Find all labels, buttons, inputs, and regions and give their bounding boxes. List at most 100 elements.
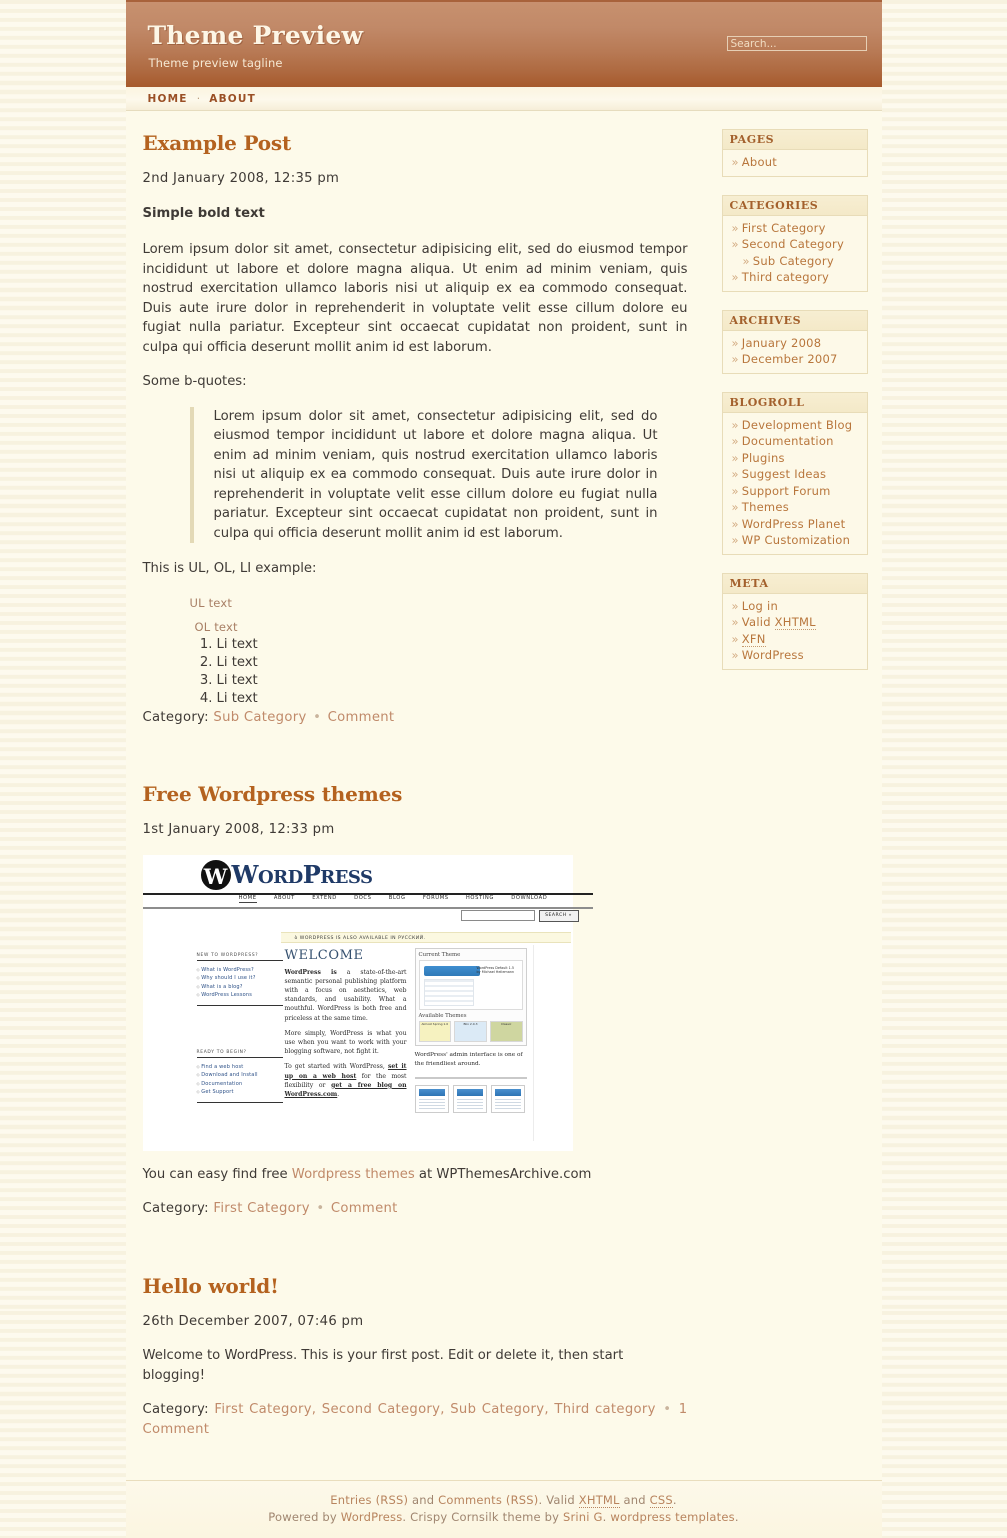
post-title: Hello world! [143,1274,688,1298]
footer-line-2: Powered by WordPress. Crispy Cornsilk th… [126,1509,882,1526]
author-link[interactable]: Srini G [563,1510,603,1524]
sidebar-link-first-category[interactable]: First Category [742,221,826,235]
screenshot-section-heading: READY TO BEGIN? [196,1050,283,1058]
screenshot-nav-hosting[interactable]: HOSTING [466,895,494,901]
screenshot-middle-column: WELCOME WordPress is a state-of-the-art … [285,948,407,1106]
wordpress-wordmark: WORDPRESS [231,860,374,889]
screenshot-link[interactable]: Documentation [197,1080,283,1089]
footer-period-2: . [602,1510,611,1524]
post-comment-link[interactable]: Comment [331,1201,398,1216]
screenshot-link[interactable]: Find a web host [197,1063,283,1072]
post-category-link[interactable]: First Category, Second Category, Sub Cat… [214,1402,655,1417]
post-title-link[interactable]: Example Post [143,131,292,155]
nav-item-home[interactable]: HOME [148,93,188,105]
nav-separator: · [196,93,201,105]
post-title-link[interactable]: Hello world! [143,1274,279,1298]
screenshot-admin-caption: WordPress' admin interface is one of the… [414,1051,523,1067]
entries-rss-link[interactable]: Entries (RSS) [330,1493,408,1507]
screenshot-nav-blog[interactable]: BLOG [389,895,406,901]
screenshot-language-banner[interactable]: ò WORDPRESS IS ALSO AVAILABLE IN РУССКИЙ… [280,931,571,943]
sidebar-link-documentation[interactable]: Documentation [742,434,834,448]
post-hello-world: Hello world! 26th December 2007, 07:46 p… [143,1274,688,1440]
post-category-link[interactable]: Sub Category [213,710,306,725]
sidebar-link-support-forum[interactable]: Support Forum [742,484,831,498]
screenshot-link[interactable]: What is a blog? [197,983,283,992]
post-meta-label: Category: [142,1402,209,1417]
comments-rss-link[interactable]: Comments (RSS) [438,1493,538,1507]
sidebar-link-development-blog[interactable]: Development Blog [742,418,853,432]
screenshot-nav-home[interactable]: HOME [238,894,257,903]
list-item: » First Category [723,220,867,237]
post-example-post: Example Post 2nd January 2008, 12:35 pm … [143,131,688,727]
screenshot-link[interactable]: Download and Install [197,1071,283,1080]
post-title-link[interactable]: Free Wordpress themes [143,782,403,806]
valid-prefix: Valid [741,615,775,629]
screenshot-theme-thumb[interactable]: Blix 2.0.3 [454,1020,487,1042]
widget-pages: Pages » About [721,129,868,177]
screenshot-nav-forums[interactable]: FORUMS [423,895,449,901]
post-comment-link[interactable]: Comment [328,710,395,725]
screenshot-nav-docs[interactable]: DOCS [354,895,371,901]
post-category-link[interactable]: First Category [213,1201,309,1216]
screenshot-gallery-item[interactable] [490,1084,525,1113]
screenshot-theme-thumb[interactable]: Almost Spring 1.0 [418,1020,452,1042]
screenshot-right-column: Current Theme WordPress Default 1.5 by M… [414,947,527,1113]
screenshot-link[interactable]: Why should I use it? [197,974,283,983]
page-body: Example Post 2nd January 2008, 12:35 pm … [125,111,882,1480]
wordpress-homepage-screenshot[interactable]: W WORDPRESS HOME ABOUT EXTEND DOCS BLOG … [142,854,593,1151]
bullet-arrow-icon: » [731,467,739,481]
screenshot-paragraph-2: More simply, WordPress is what you use w… [284,1029,407,1056]
screenshot-gallery-item[interactable] [452,1084,487,1113]
meta-separator: • [313,709,322,725]
site-title[interactable]: Theme Preview [148,21,364,50]
footer-period-3: . [734,1510,739,1524]
screenshot-nav-download[interactable]: DOWNLOAD [511,895,547,901]
sidebar-link-january-2008[interactable]: January 2008 [742,336,822,350]
list-item: » December 2007 [723,351,867,368]
nav-item-about[interactable]: ABOUT [209,93,256,105]
screenshot-search[interactable]: SEARCH » [460,909,579,922]
screenshot-link[interactable]: WordPress Lessons [197,991,283,1000]
sidebar-link-suggest-ideas[interactable]: Suggest Ideas [742,467,826,481]
valid-xhtml-link[interactable]: XHTML [578,1493,620,1508]
screenshot-theme-thumb[interactable]: Classic [489,1020,523,1042]
sidebar-link-wordpress[interactable]: WordPress [742,648,804,662]
sidebar-link-second-category[interactable]: Second Category [742,237,844,251]
screenshot-search-input[interactable] [460,909,535,921]
search-input[interactable] [726,36,867,51]
sidebar-link-wordpress-planet[interactable]: WordPress Planet [742,517,846,531]
widget-list: » January 2008 » December 2007 [723,331,867,373]
sidebar-link-december-2007[interactable]: December 2007 [742,352,838,366]
wordpress-templates-link[interactable]: wordpress templates [610,1510,734,1524]
sidebar-link-third-category[interactable]: Third category [742,270,829,284]
screenshot-gallery-item[interactable] [414,1084,449,1113]
list-item: » January 2008 [723,335,867,352]
sidebar-link-sub-category[interactable]: Sub Category [753,254,834,268]
sidebar-link-about[interactable]: About [742,155,777,169]
screenshot-link[interactable]: Get Support [197,1088,283,1097]
widget-title: Meta [722,573,867,594]
list-item: Li text [195,690,258,708]
sidebar-link-valid-xhtml[interactable]: Valid XHTML [742,615,816,630]
sidebar-link-plugins[interactable]: Plugins [742,451,785,465]
screenshot-link[interactable]: What is WordPress? [197,966,283,975]
screenshot-current-theme-label: Current Theme [418,951,461,958]
sidebar-link-log-in[interactable]: Log in [742,599,778,613]
sidebar-link-wp-customization[interactable]: WP Customization [742,533,850,547]
screenshot-search-button[interactable]: SEARCH » [538,909,579,922]
screenshot-theme-thumbs: Almost Spring 1.0 Blix 2.0.3 Classic [418,1020,523,1042]
screenshot-gallery-row [414,1084,527,1113]
valid-css-link[interactable]: CSS [649,1493,673,1508]
screenshot-nav-extend[interactable]: EXTEND [312,895,337,901]
wordpress-link[interactable]: WordPress [341,1510,403,1524]
post-meta: Category: Sub Category • Comment [143,708,688,728]
meta-separator: • [663,1402,672,1417]
post-date: 2nd January 2008, 12:35 pm [142,171,340,186]
sidebar-link-xfn[interactable]: XFN [741,631,766,647]
ul-text-item: UL text [189,595,233,610]
screenshot-nav: HOME ABOUT EXTEND DOCS BLOG FORUMS HOSTI… [238,894,563,903]
screenshot-p3-a: To get started with WordPress, [284,1063,388,1071]
screenshot-nav-about[interactable]: ABOUT [274,895,295,901]
sidebar-link-themes[interactable]: Themes [742,500,789,514]
wordpress-themes-link[interactable]: Wordpress themes [292,1167,415,1182]
